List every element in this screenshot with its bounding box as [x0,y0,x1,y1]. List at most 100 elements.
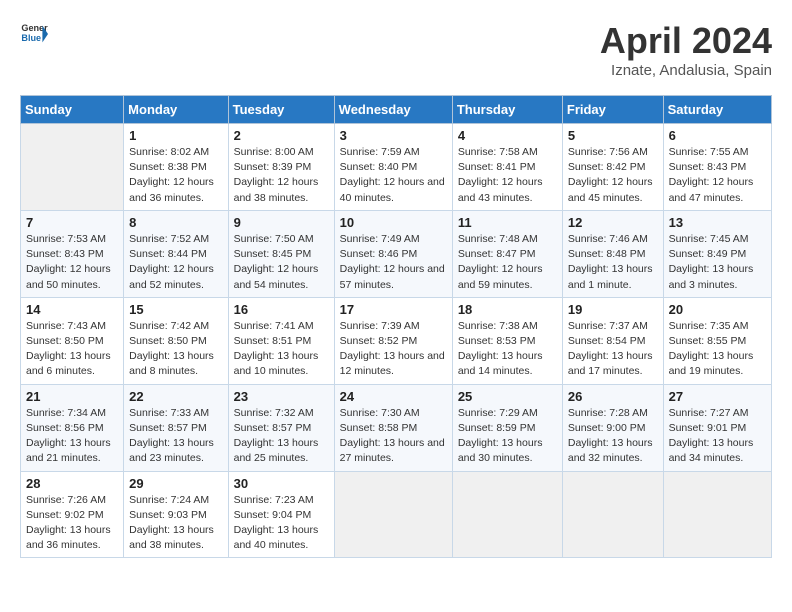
day-info: Sunrise: 7:41 AM Sunset: 8:51 PM Dayligh… [234,319,329,380]
day-info: Sunrise: 7:58 AM Sunset: 8:41 PM Dayligh… [458,145,557,206]
col-thursday: Thursday [452,96,562,124]
day-number: 9 [234,215,329,230]
day-number: 24 [340,389,447,404]
daylight-text: Daylight: 13 hours and 6 minutes. [26,350,111,377]
day-number: 13 [669,215,766,230]
day-number: 5 [568,128,658,143]
calendar-subtitle: Iznate, Andalusia, Spain [600,62,772,79]
calendar-cell: 5 Sunrise: 7:56 AM Sunset: 8:42 PM Dayli… [562,124,663,211]
sunset-text: Sunset: 9:03 PM [129,509,207,521]
calendar-cell: 6 Sunrise: 7:55 AM Sunset: 8:43 PM Dayli… [663,124,771,211]
day-number: 14 [26,302,118,317]
day-info: Sunrise: 7:35 AM Sunset: 8:55 PM Dayligh… [669,319,766,380]
sunrise-text: Sunrise: 7:50 AM [234,233,314,245]
sunrise-text: Sunrise: 7:55 AM [669,146,749,158]
sunset-text: Sunset: 8:45 PM [234,248,312,260]
daylight-text: Daylight: 12 hours and 54 minutes. [234,263,319,290]
sunrise-text: Sunrise: 7:49 AM [340,233,420,245]
day-info: Sunrise: 7:49 AM Sunset: 8:46 PM Dayligh… [340,232,447,293]
sunrise-text: Sunrise: 7:53 AM [26,233,106,245]
day-number: 22 [129,389,222,404]
sunset-text: Sunset: 8:50 PM [26,335,104,347]
calendar-cell: 28 Sunrise: 7:26 AM Sunset: 9:02 PM Dayl… [21,471,124,558]
calendar-cell: 25 Sunrise: 7:29 AM Sunset: 8:59 PM Dayl… [452,384,562,471]
calendar-header-row: Sunday Monday Tuesday Wednesday Thursday… [21,96,772,124]
day-number: 8 [129,215,222,230]
sunrise-text: Sunrise: 7:33 AM [129,407,209,419]
sunset-text: Sunset: 8:43 PM [26,248,104,260]
calendar-cell: 23 Sunrise: 7:32 AM Sunset: 8:57 PM Dayl… [228,384,334,471]
daylight-text: Daylight: 13 hours and 12 minutes. [340,350,445,377]
day-info: Sunrise: 7:30 AM Sunset: 8:58 PM Dayligh… [340,406,447,467]
day-number: 30 [234,476,329,491]
day-info: Sunrise: 7:42 AM Sunset: 8:50 PM Dayligh… [129,319,222,380]
day-info: Sunrise: 7:27 AM Sunset: 9:01 PM Dayligh… [669,406,766,467]
day-info: Sunrise: 7:52 AM Sunset: 8:44 PM Dayligh… [129,232,222,293]
daylight-text: Daylight: 13 hours and 23 minutes. [129,437,214,464]
col-saturday: Saturday [663,96,771,124]
calendar-cell: 1 Sunrise: 8:02 AM Sunset: 8:38 PM Dayli… [124,124,228,211]
calendar-cell [21,124,124,211]
sunrise-text: Sunrise: 7:32 AM [234,407,314,419]
day-info: Sunrise: 7:43 AM Sunset: 8:50 PM Dayligh… [26,319,118,380]
daylight-text: Daylight: 13 hours and 40 minutes. [234,524,319,551]
logo-icon: General Blue [20,20,48,48]
day-number: 23 [234,389,329,404]
sunset-text: Sunset: 8:40 PM [340,161,418,173]
sunset-text: Sunset: 8:38 PM [129,161,207,173]
sunrise-text: Sunrise: 7:29 AM [458,407,538,419]
sunrise-text: Sunrise: 7:30 AM [340,407,420,419]
sunset-text: Sunset: 8:57 PM [234,422,312,434]
day-number: 4 [458,128,557,143]
col-monday: Monday [124,96,228,124]
sunrise-text: Sunrise: 7:34 AM [26,407,106,419]
daylight-text: Daylight: 13 hours and 21 minutes. [26,437,111,464]
day-info: Sunrise: 7:53 AM Sunset: 8:43 PM Dayligh… [26,232,118,293]
day-info: Sunrise: 7:39 AM Sunset: 8:52 PM Dayligh… [340,319,447,380]
calendar-cell: 12 Sunrise: 7:46 AM Sunset: 8:48 PM Dayl… [562,210,663,297]
sunrise-text: Sunrise: 7:56 AM [568,146,648,158]
logo: General Blue [20,20,48,48]
sunset-text: Sunset: 8:57 PM [129,422,207,434]
sunrise-text: Sunrise: 7:28 AM [568,407,648,419]
daylight-text: Daylight: 12 hours and 38 minutes. [234,176,319,203]
day-info: Sunrise: 7:38 AM Sunset: 8:53 PM Dayligh… [458,319,557,380]
sunrise-text: Sunrise: 7:52 AM [129,233,209,245]
daylight-text: Daylight: 12 hours and 50 minutes. [26,263,111,290]
sunrise-text: Sunrise: 7:23 AM [234,494,314,506]
day-number: 3 [340,128,447,143]
calendar-cell: 24 Sunrise: 7:30 AM Sunset: 8:58 PM Dayl… [334,384,452,471]
sunset-text: Sunset: 8:59 PM [458,422,536,434]
sunset-text: Sunset: 9:04 PM [234,509,312,521]
sunrise-text: Sunrise: 7:27 AM [669,407,749,419]
day-number: 17 [340,302,447,317]
calendar-cell: 27 Sunrise: 7:27 AM Sunset: 9:01 PM Dayl… [663,384,771,471]
daylight-text: Daylight: 13 hours and 10 minutes. [234,350,319,377]
sunrise-text: Sunrise: 8:00 AM [234,146,314,158]
sunset-text: Sunset: 8:56 PM [26,422,104,434]
day-info: Sunrise: 7:59 AM Sunset: 8:40 PM Dayligh… [340,145,447,206]
sunrise-text: Sunrise: 7:38 AM [458,320,538,332]
daylight-text: Daylight: 12 hours and 59 minutes. [458,263,543,290]
col-wednesday: Wednesday [334,96,452,124]
calendar-cell [562,471,663,558]
sunrise-text: Sunrise: 7:26 AM [26,494,106,506]
calendar-cell: 2 Sunrise: 8:00 AM Sunset: 8:39 PM Dayli… [228,124,334,211]
day-number: 12 [568,215,658,230]
sunrise-text: Sunrise: 7:42 AM [129,320,209,332]
calendar-cell: 3 Sunrise: 7:59 AM Sunset: 8:40 PM Dayli… [334,124,452,211]
calendar-cell: 30 Sunrise: 7:23 AM Sunset: 9:04 PM Dayl… [228,471,334,558]
sunset-text: Sunset: 9:00 PM [568,422,646,434]
day-number: 7 [26,215,118,230]
sunset-text: Sunset: 8:52 PM [340,335,418,347]
week-row-1: 1 Sunrise: 8:02 AM Sunset: 8:38 PM Dayli… [21,124,772,211]
daylight-text: Daylight: 13 hours and 27 minutes. [340,437,445,464]
daylight-text: Daylight: 13 hours and 36 minutes. [26,524,111,551]
col-friday: Friday [562,96,663,124]
day-number: 26 [568,389,658,404]
sunrise-text: Sunrise: 7:41 AM [234,320,314,332]
sunset-text: Sunset: 8:41 PM [458,161,536,173]
week-row-3: 14 Sunrise: 7:43 AM Sunset: 8:50 PM Dayl… [21,297,772,384]
daylight-text: Daylight: 13 hours and 8 minutes. [129,350,214,377]
sunrise-text: Sunrise: 7:58 AM [458,146,538,158]
